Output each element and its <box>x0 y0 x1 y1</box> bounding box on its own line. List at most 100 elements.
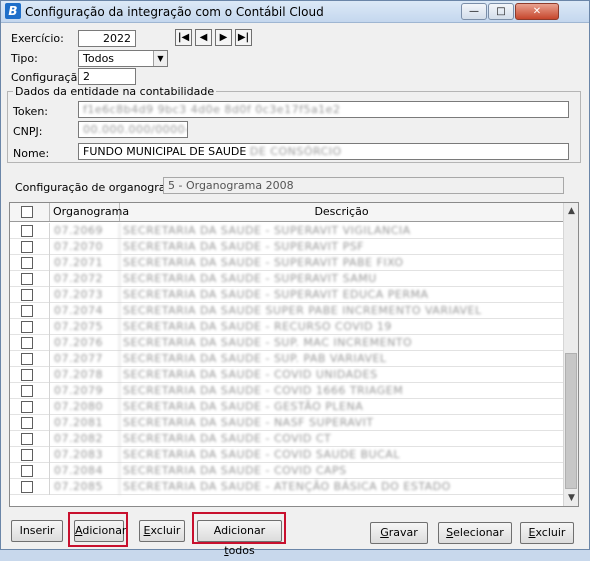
table-row[interactable]: 07.2072 SECRETARIA DA SAUDE - SUPERAVIT S… <box>10 271 563 287</box>
title-bar[interactable]: B Configuração da integração com o Contá… <box>1 1 589 23</box>
row-checkbox[interactable] <box>21 401 33 413</box>
table-row[interactable]: 07.2084 SECRETARIA DA SAUDE - COVID CAPS <box>10 463 563 479</box>
adicionar-highlight <box>68 512 128 547</box>
configuracao-field[interactable]: 2 <box>78 68 136 85</box>
row-descricao: SECRETARIA DA SAUDE - ATENÇÃO BÁSICA DO … <box>123 480 451 493</box>
row-select-cell[interactable] <box>10 351 50 367</box>
nome-label: Nome: <box>13 147 50 160</box>
row-descricao: SECRETARIA DA SAUDE - COVID UNIDADES <box>123 368 378 381</box>
table-row[interactable]: 07.2082 SECRETARIA DA SAUDE - COVID CT <box>10 431 563 447</box>
row-select-cell[interactable] <box>10 223 50 239</box>
window-title: Configuração da integração com o Contábi… <box>25 5 324 19</box>
nome-value: FUNDO MUNICIPAL DE SAUDE <box>83 145 247 158</box>
scroll-down-icon[interactable]: ▼ <box>564 490 578 506</box>
row-descricao: SECRETARIA DA SAUDE SUPER PABE INCREMENT… <box>123 304 482 317</box>
row-checkbox[interactable] <box>21 289 33 301</box>
header-select-all[interactable] <box>10 203 50 221</box>
table-row[interactable]: 07.2077 SECRETARIA DA SAUDE - SUP. PAB VA… <box>10 351 563 367</box>
row-select-cell[interactable] <box>10 335 50 351</box>
adicionar-todos-highlight <box>192 512 286 544</box>
row-checkbox[interactable] <box>21 433 33 445</box>
row-organograma: 07.2073 <box>50 287 120 303</box>
table-row[interactable]: 07.2073 SECRETARIA DA SAUDE - SUPERAVIT E… <box>10 287 563 303</box>
scroll-up-icon[interactable]: ▲ <box>564 203 578 219</box>
first-record-button[interactable]: |◀ <box>175 29 192 46</box>
row-descricao: SECRETARIA DA SAUDE - SUPERAVIT PSF <box>123 240 365 253</box>
table-header: Organograma Descrição <box>10 203 563 222</box>
token-field[interactable]: f1e6c8b4d9 9bc3 4d0e 8d0f 0c3e17f5a1e2 <box>78 101 569 118</box>
row-select-cell[interactable] <box>10 255 50 271</box>
row-organograma: 07.2076 <box>50 335 120 351</box>
row-descricao: SECRETARIA DA SAUDE - SUPERAVIT SAMU <box>123 272 377 285</box>
row-checkbox[interactable] <box>21 353 33 365</box>
chevron-down-icon[interactable]: ▼ <box>153 51 167 66</box>
table-row[interactable]: 07.2085 SECRETARIA DA SAUDE - ATENÇÃO BÁS… <box>10 479 563 495</box>
row-checkbox[interactable] <box>21 465 33 477</box>
row-select-cell[interactable] <box>10 287 50 303</box>
inserir-button[interactable]: Inserir <box>11 520 63 542</box>
row-select-cell[interactable] <box>10 319 50 335</box>
table-row[interactable]: 07.2083 SECRETARIA DA SAUDE - COVID SAUDE… <box>10 447 563 463</box>
cnpj-field[interactable]: 00.000.000/0000-00 <box>78 121 188 138</box>
maximize-button[interactable]: □ <box>488 3 514 20</box>
row-checkbox[interactable] <box>21 321 33 333</box>
table-row[interactable]: 07.2075 SECRETARIA DA SAUDE - RECURSO COV… <box>10 319 563 335</box>
selecionar-button[interactable]: Selecionar <box>438 522 512 544</box>
row-checkbox[interactable] <box>21 481 33 493</box>
organograma-field: 5 - Organograma 2008 <box>163 177 564 194</box>
table-row[interactable]: 07.2078 SECRETARIA DA SAUDE - COVID UNIDA… <box>10 367 563 383</box>
last-record-button[interactable]: ▶| <box>235 29 252 46</box>
row-select-cell[interactable] <box>10 271 50 287</box>
row-descricao: SECRETARIA DA SAUDE - SUPERAVIT PABE FIX… <box>123 256 404 269</box>
table-row[interactable]: 07.2081 SECRETARIA DA SAUDE - NASF SUPERA… <box>10 415 563 431</box>
row-select-cell[interactable] <box>10 239 50 255</box>
row-checkbox[interactable] <box>21 369 33 381</box>
row-select-cell[interactable] <box>10 431 50 447</box>
table-row[interactable]: 07.2080 SECRETARIA DA SAUDE - GESTÃO PLEN… <box>10 399 563 415</box>
table-body: 07.2069 SECRETARIA DA SAUDE - SUPERAVIT V… <box>10 223 563 495</box>
row-select-cell[interactable] <box>10 383 50 399</box>
row-select-cell[interactable] <box>10 367 50 383</box>
row-checkbox[interactable] <box>21 449 33 461</box>
row-descricao: SECRETARIA DA SAUDE - SUP. MAC INCREMENT… <box>123 336 413 349</box>
gravar-button[interactable]: Gravar <box>370 522 428 544</box>
row-checkbox[interactable] <box>21 257 33 269</box>
nome-field[interactable]: FUNDO MUNICIPAL DE SAUDE DE CONSÓRCIO <box>78 143 569 160</box>
close-button[interactable]: ✕ <box>515 3 559 20</box>
row-checkbox[interactable] <box>21 305 33 317</box>
row-organograma: 07.2084 <box>50 463 120 479</box>
select-all-checkbox[interactable] <box>21 206 33 218</box>
previous-record-button[interactable]: ◀ <box>195 29 212 46</box>
table-row[interactable]: 07.2076 SECRETARIA DA SAUDE - SUP. MAC IN… <box>10 335 563 351</box>
row-select-cell[interactable] <box>10 303 50 319</box>
row-select-cell[interactable] <box>10 447 50 463</box>
excluir-item-button[interactable]: Excluir <box>139 520 185 542</box>
row-select-cell[interactable] <box>10 399 50 415</box>
row-select-cell[interactable] <box>10 415 50 431</box>
next-record-button[interactable]: ▶ <box>215 29 232 46</box>
row-select-cell[interactable] <box>10 463 50 479</box>
vertical-scrollbar[interactable]: ▲ ▼ <box>563 203 578 506</box>
row-select-cell[interactable] <box>10 479 50 495</box>
table-row[interactable]: 07.2070 SECRETARIA DA SAUDE - SUPERAVIT P… <box>10 239 563 255</box>
scroll-thumb[interactable] <box>565 353 577 489</box>
row-organograma: 07.2081 <box>50 415 120 431</box>
row-checkbox[interactable] <box>21 337 33 349</box>
table-row[interactable]: 07.2069 SECRETARIA DA SAUDE - SUPERAVIT V… <box>10 223 563 239</box>
exercicio-field[interactable]: 2022 <box>78 30 136 47</box>
row-checkbox[interactable] <box>21 241 33 253</box>
row-checkbox[interactable] <box>21 385 33 397</box>
table-row[interactable]: 07.2071 SECRETARIA DA SAUDE - SUPERAVIT P… <box>10 255 563 271</box>
excluir-button[interactable]: Excluir <box>520 522 574 544</box>
row-descricao: SECRETARIA DA SAUDE - RECURSO COVID 19 <box>123 320 392 333</box>
tipo-select[interactable]: Todos ▼ <box>78 50 168 67</box>
row-checkbox[interactable] <box>21 417 33 429</box>
row-checkbox[interactable] <box>21 273 33 285</box>
minimize-button[interactable]: — <box>461 3 487 20</box>
table-row[interactable]: 07.2079 SECRETARIA DA SAUDE - COVID 1666 … <box>10 383 563 399</box>
header-organograma[interactable]: Organograma <box>50 203 129 221</box>
row-descricao: SECRETARIA DA SAUDE - GESTÃO PLENA <box>123 400 364 413</box>
header-descricao[interactable]: Descrição <box>120 203 563 221</box>
row-checkbox[interactable] <box>21 225 33 237</box>
table-row[interactable]: 07.2074 SECRETARIA DA SAUDE SUPER PABE IN… <box>10 303 563 319</box>
